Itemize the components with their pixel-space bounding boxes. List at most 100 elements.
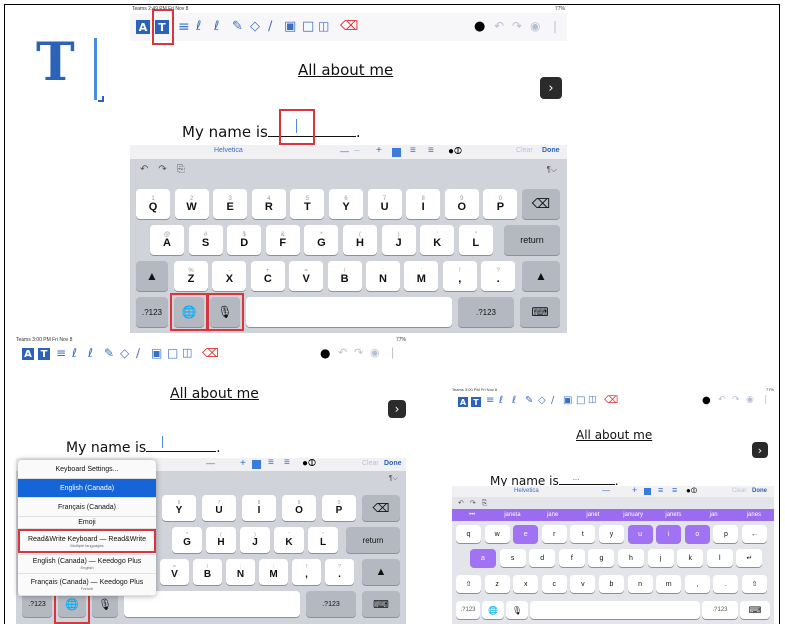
- hide-keyboard-key[interactable]: ⌨: [362, 591, 400, 617]
- font-a-icon[interactable]: A: [22, 348, 34, 360]
- text-tool-icon[interactable]: T: [471, 397, 481, 407]
- numbers-key-left[interactable]: .?123: [456, 601, 480, 619]
- key-f[interactable]: & F: [265, 225, 300, 255]
- key-l[interactable]: l: [706, 549, 733, 567]
- numbers-key-right[interactable]: .?123: [458, 297, 514, 327]
- done-button[interactable]: Done: [752, 488, 767, 494]
- undo-icon[interactable]: ↶: [494, 19, 504, 33]
- redo-icon[interactable]: ↷: [158, 164, 166, 175]
- record-icon[interactable]: ◉: [530, 19, 540, 33]
- key-b[interactable]: / B: [193, 559, 222, 585]
- color-dot-icon[interactable]: ●: [320, 346, 330, 360]
- highlighter-icon[interactable]: ✎: [525, 395, 533, 406]
- hide-keyboard-key[interactable]: ⌨: [520, 297, 560, 327]
- font-size-minus[interactable]: —: [602, 486, 610, 495]
- key-h[interactable]: (H: [343, 225, 377, 255]
- key-b[interactable]: b: [599, 575, 624, 593]
- key-e[interactable]: 3E: [213, 189, 248, 219]
- word-suggestion[interactable]: janets: [653, 512, 693, 518]
- undo-icon[interactable]: ↶: [458, 499, 464, 508]
- trash-icon[interactable]: ⌫: [604, 395, 618, 406]
- key-k[interactable]: k: [677, 549, 704, 567]
- language-option[interactable]: English (Canada) — Keedogo Plus English: [18, 555, 156, 574]
- clear-button[interactable]: Clear: [362, 460, 379, 467]
- key-d[interactable]: d: [529, 549, 556, 567]
- globe-key[interactable]: 🌐: [482, 601, 504, 619]
- shift-right-key[interactable]: ▲: [362, 559, 400, 585]
- key-t[interactable]: t: [570, 525, 596, 543]
- language-option[interactable]: Emoji: [18, 517, 156, 529]
- key-r[interactable]: 4R: [251, 189, 286, 219]
- name-blank[interactable]: ...: [558, 474, 615, 485]
- key-n[interactable]: n: [627, 575, 653, 593]
- word-suggestion[interactable]: janeta: [492, 512, 532, 518]
- clear-button[interactable]: Clear: [516, 147, 533, 154]
- key-y[interactable]: y: [599, 525, 624, 543]
- eraser-icon[interactable]: ◇: [538, 395, 546, 406]
- key-o[interactable]: 9O: [282, 495, 316, 521]
- image-icon[interactable]: ▣: [563, 395, 572, 406]
- key-g[interactable]: g: [588, 549, 615, 567]
- align-left-icon[interactable]: [644, 488, 651, 495]
- text-color-icon[interactable]: ●⦷: [686, 486, 697, 496]
- prediction-menu-button[interactable]: •••: [452, 512, 492, 518]
- key-↵[interactable]: ↵: [736, 549, 763, 567]
- name-blank[interactable]: [146, 451, 217, 452]
- image-icon[interactable]: ▣: [151, 346, 162, 360]
- done-button[interactable]: Done: [384, 460, 402, 467]
- align-left-icon[interactable]: [252, 460, 261, 469]
- select-box-icon[interactable]: □: [302, 19, 314, 34]
- key-g[interactable]: * G: [304, 225, 339, 255]
- font-size-minus[interactable]: —: [206, 458, 215, 468]
- shapes-icon[interactable]: ◫: [588, 395, 597, 405]
- key-m[interactable]: :M: [259, 559, 288, 585]
- font-name[interactable]: Helvetica: [514, 488, 539, 494]
- highlighter-icon[interactable]: ✎: [232, 19, 243, 34]
- pen-icon[interactable]: ℓ: [499, 395, 503, 406]
- key-s[interactable]: # S: [188, 225, 223, 255]
- redo-icon[interactable]: ↷: [512, 19, 522, 33]
- key-,[interactable]: ,: [684, 575, 710, 593]
- key-u[interactable]: 7U: [367, 189, 402, 219]
- key-u[interactable]: u: [627, 525, 653, 543]
- key-q[interactable]: 1Q: [136, 189, 170, 219]
- microphone-key[interactable]: 🎙: [506, 601, 528, 619]
- key-z[interactable]: % Z: [174, 261, 208, 291]
- key-p[interactable]: 0P: [483, 189, 518, 219]
- key-d[interactable]: $ D: [227, 225, 262, 255]
- highlighter-icon[interactable]: ✎: [104, 346, 114, 360]
- key-k[interactable]: ' K: [420, 225, 455, 255]
- more-icon[interactable]: ❘: [550, 19, 560, 33]
- key-s[interactable]: s: [499, 549, 526, 567]
- word-suggestion[interactable]: jan: [694, 512, 734, 518]
- key-y[interactable]: 6Y: [329, 189, 363, 219]
- line-tool-icon[interactable]: ∕: [551, 395, 554, 406]
- undo-icon[interactable]: ↶: [338, 346, 347, 359]
- hide-keyboard-key[interactable]: ⌨: [740, 601, 770, 619]
- key-i[interactable]: i: [656, 525, 682, 543]
- color-dot-icon[interactable]: ●: [474, 19, 485, 34]
- key-u[interactable]: 7U: [202, 495, 236, 521]
- numbers-key-left[interactable]: .?123: [136, 297, 168, 327]
- backspace-key[interactable]: ⌫: [362, 495, 400, 521]
- word-suggestion[interactable]: jane: [533, 512, 573, 518]
- key-j[interactable]: ) J: [381, 225, 416, 255]
- eraser-icon[interactable]: ◇: [250, 19, 260, 34]
- key-f[interactable]: f: [558, 549, 585, 567]
- key-p[interactable]: 0P: [322, 495, 356, 521]
- key-n[interactable]: ; N: [226, 559, 255, 585]
- numbers-key-right[interactable]: .?123: [306, 591, 356, 617]
- next-page-button[interactable]: ›: [388, 400, 406, 418]
- key-e[interactable]: e: [513, 525, 539, 543]
- return-key[interactable]: return: [504, 225, 560, 255]
- key-i[interactable]: 8I: [406, 189, 441, 219]
- key-comma[interactable]: !,: [292, 559, 321, 585]
- numbers-key-right[interactable]: .?123: [702, 601, 738, 619]
- key-a[interactable]: a: [470, 549, 496, 567]
- redo-icon[interactable]: ↷: [470, 499, 476, 508]
- paste-icon[interactable]: ⎘: [177, 164, 185, 175]
- select-box-icon[interactable]: □: [167, 346, 178, 360]
- trash-icon[interactable]: ⌫: [340, 19, 358, 34]
- key-h[interactable]: (H: [206, 527, 236, 553]
- key-v[interactable]: = V: [289, 261, 324, 291]
